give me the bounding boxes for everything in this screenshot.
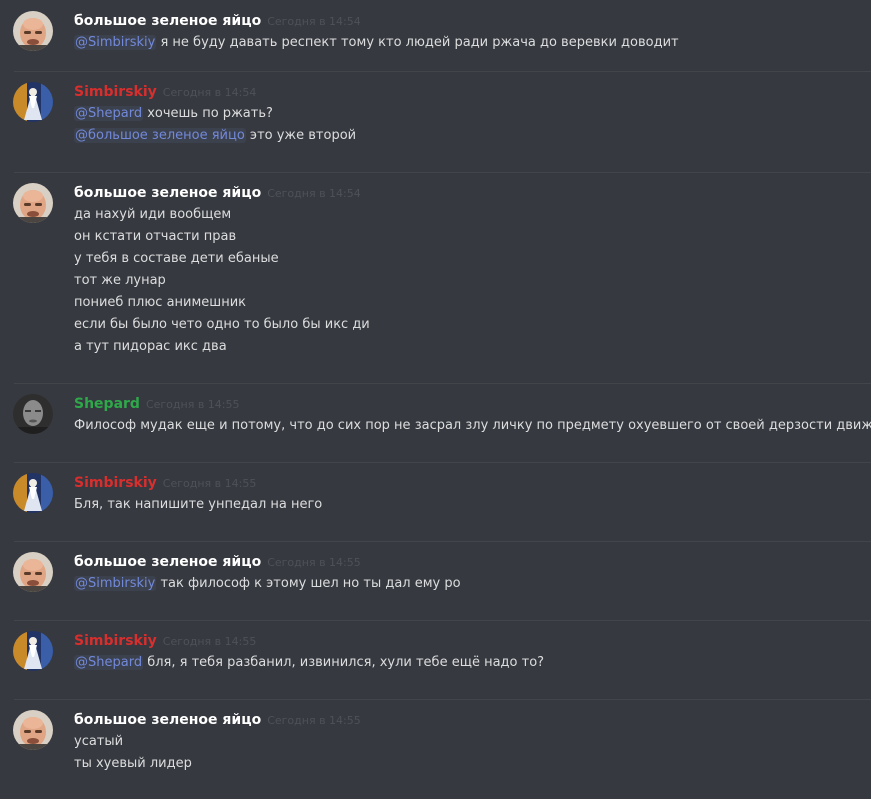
timestamp: Сегодня в 14:55 [267, 556, 361, 569]
chat-message-list: большое зеленое яйцо Сегодня в 14:54 @Simb… [0, 0, 871, 799]
username[interactable]: Simbirskiy [74, 475, 157, 491]
message-group: большое зеленое яйцо Сегодня в 14:54 да на… [0, 172, 871, 383]
bald-man-avatar-icon[interactable] [13, 11, 53, 51]
message-line: Философ мудак еще и потому, что до сих п… [74, 415, 871, 437]
message-header: Simbirskiy Сегодня в 14:55 [74, 628, 855, 652]
timestamp: Сегодня в 14:55 [162, 635, 257, 648]
bald-man-avatar-icon[interactable] [13, 183, 53, 223]
message-group: Simbirskiy Сегодня в 14:55 Бля, так напиши… [0, 462, 871, 541]
user-mention[interactable]: @Shepard [74, 655, 144, 670]
message-line: он кстати отчасти прав [74, 226, 855, 248]
message-text: хочешь по ржать? [143, 106, 273, 121]
robed-figure-avatar-icon[interactable] [13, 82, 53, 122]
message-line: Бля, так напишите унпедал на него [74, 494, 855, 516]
bald-man-avatar-icon[interactable] [13, 552, 53, 592]
username[interactable]: Simbirskiy [74, 84, 157, 100]
message-line: пониеб плюс анимешник [74, 292, 855, 314]
username[interactable]: Simbirskiy [74, 633, 157, 649]
message-text: у тебя в составе дети ебаные [74, 251, 279, 266]
message-group: Shepard Сегодня в 14:55 Философ мудак еще … [0, 383, 871, 462]
username[interactable]: Shepard [74, 396, 140, 412]
message-text: пониеб плюс анимешник [74, 295, 246, 310]
message-line: @Shepard бля, я тебя разбанил, извинился… [74, 652, 855, 674]
message-group: Simbirskiy Сегодня в 14:55 @Shepard бля, я… [0, 620, 871, 699]
username[interactable]: большое зеленое яйцо [74, 712, 261, 728]
bald-man-avatar-icon[interactable] [13, 710, 53, 750]
message-text: это уже второй [245, 128, 357, 143]
timestamp: Сегодня в 14:55 [267, 714, 361, 727]
message-line: @большое зеленое яйцо это уже второй [74, 125, 855, 147]
message-group: большое зеленое яйцо Сегодня в 14:54 @Simb… [0, 0, 871, 71]
timestamp: Сегодня в 14:55 [145, 398, 240, 411]
message-group: большое зеленое яйцо Сегодня в 14:55 @Simb… [0, 541, 871, 620]
username[interactable]: большое зеленое яйцо [74, 554, 261, 570]
message-text: он кстати отчасти прав [74, 229, 237, 244]
message-group: большое зеленое яйцо Сегодня в 14:55 усаты… [0, 699, 871, 799]
message-line: @Simbirskiy я не буду давать респект том… [74, 32, 855, 54]
message-text: бля, я тебя разбанил, извинился, хули те… [143, 655, 545, 670]
message-text: если бы было чето одно то было бы икс ди [74, 317, 370, 332]
message-line: тот же лунар [74, 270, 855, 292]
username[interactable]: большое зеленое яйцо [74, 13, 261, 29]
message-text: я не буду давать респект тому кто людей … [156, 35, 679, 50]
message-header: Simbirskiy Сегодня в 14:55 [74, 470, 855, 494]
message-line: усатый [74, 731, 855, 753]
user-mention[interactable]: @Simbirskiy [74, 576, 157, 591]
user-mention[interactable]: @Shepard [74, 106, 144, 121]
message-line: @Simbirskiy так философ к этому шел но т… [74, 573, 855, 595]
message-text: ты хуевый лидер [74, 756, 192, 771]
message-header: большое зеленое яйцо Сегодня в 14:55 [74, 707, 855, 731]
timestamp: Сегодня в 14:55 [162, 477, 257, 490]
message-line: @Shepard хочешь по ржать? [74, 103, 855, 125]
message-header: Shepard Сегодня в 14:55 [74, 391, 855, 415]
user-mention[interactable]: @большое зеленое яйцо [74, 128, 246, 143]
message-header: Simbirskiy Сегодня в 14:54 [74, 79, 855, 103]
message-text: так философ к этому шел но ты дал ему ро [156, 576, 461, 591]
message-line: а тут пидорас икс два [74, 336, 855, 358]
message-line: да нахуй иди вообщем [74, 204, 855, 226]
username[interactable]: большое зеленое яйцо [74, 185, 261, 201]
message-header: большое зеленое яйцо Сегодня в 14:54 [74, 8, 855, 32]
message-header: большое зеленое яйцо Сегодня в 14:55 [74, 549, 855, 573]
message-header: большое зеленое яйцо Сегодня в 14:54 [74, 180, 855, 204]
message-line: у тебя в составе дети ебаные [74, 248, 855, 270]
message-text: а тут пидорас икс два [74, 339, 227, 354]
message-text: Бля, так напишите унпедал на него [74, 497, 323, 512]
message-text: тот же лунар [74, 273, 166, 288]
message-line: если бы было чето одно то было бы икс ди [74, 314, 855, 336]
message-line: ты хуевый лидер [74, 753, 855, 775]
robed-figure-avatar-icon[interactable] [13, 631, 53, 671]
timestamp: Сегодня в 14:54 [162, 86, 257, 99]
message-group: Simbirskiy Сегодня в 14:54 @Shepard хочешь… [0, 71, 871, 172]
message-text: да нахуй иди вообщем [74, 207, 232, 222]
message-text: Философ мудак еще и потому, что до сих п… [74, 418, 871, 433]
timestamp: Сегодня в 14:54 [267, 15, 361, 28]
user-mention[interactable]: @Simbirskiy [74, 35, 157, 50]
grayscale-portrait-avatar-icon[interactable] [13, 394, 53, 434]
message-text: усатый [74, 734, 124, 749]
timestamp: Сегодня в 14:54 [267, 187, 361, 200]
robed-figure-avatar-icon[interactable] [13, 473, 53, 513]
